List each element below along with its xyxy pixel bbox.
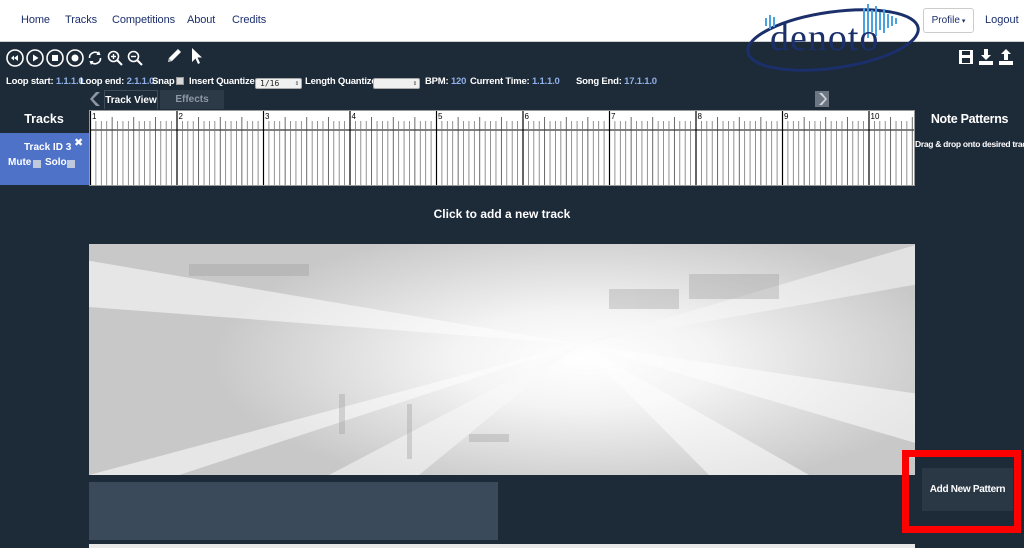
snap-checkbox[interactable]: [176, 77, 185, 85]
navbar: Home Tracks Competitions About Credits d…: [0, 0, 1024, 72]
loop-end-label: Loop end:: [80, 76, 125, 87]
download-icon[interactable]: [978, 48, 994, 66]
rewind-icon[interactable]: [6, 49, 24, 67]
stop-icon[interactable]: [46, 49, 64, 67]
bar-number-label: 9: [784, 112, 789, 121]
add-track-button[interactable]: Click to add a new track: [89, 186, 915, 244]
close-icon[interactable]: ✖: [74, 136, 83, 149]
tab-scroll-right-icon[interactable]: [815, 91, 829, 107]
loop-icon[interactable]: [86, 49, 104, 67]
zoom-in-icon[interactable]: [106, 49, 124, 67]
zoom-out-icon[interactable]: [126, 49, 144, 67]
bar-number-label: 6: [525, 112, 530, 121]
loop-end-readout: Loop end: 2.1.1.0: [80, 76, 154, 87]
solo-checkbox[interactable]: [67, 160, 75, 168]
insert-quantize-select[interactable]: 1/16 ⇕: [255, 78, 302, 89]
song-end-label: Song End:: [576, 76, 622, 87]
add-new-pattern-button[interactable]: Add New Pattern: [922, 468, 1013, 511]
mute-label: Mute: [8, 157, 32, 168]
bpm-readout: BPM: 120: [425, 76, 466, 87]
background-image: [89, 244, 915, 475]
mute-checkbox[interactable]: [33, 160, 41, 168]
current-time-label: Current Time:: [470, 76, 530, 87]
bar-number-label: 7: [611, 112, 616, 121]
upload-icon[interactable]: [998, 48, 1014, 66]
nav-home-link[interactable]: Home: [21, 14, 50, 26]
loop-start-readout: Loop start: 1.1.1.0: [6, 76, 84, 87]
length-quantize-label: Length Quantize:: [305, 76, 380, 87]
divider: [89, 544, 915, 548]
save-icon[interactable]: [958, 48, 974, 66]
bpm-value[interactable]: 120: [451, 76, 466, 87]
select-arrows-icon: ⇕: [294, 79, 299, 87]
timeline-grid[interactable]: 1 2 3 4 5 6 7 8 9 10: [89, 110, 915, 186]
track-name[interactable]: Track ID 3: [24, 142, 71, 153]
nav-about-link[interactable]: About: [187, 14, 215, 26]
bar-number-label: 2: [179, 112, 184, 121]
profile-dropdown-button[interactable]: Profile ▾: [923, 8, 974, 33]
track-item[interactable]: Track ID 3 ✖ Mute Solo: [0, 133, 89, 185]
bar-number-label: 5: [438, 112, 443, 121]
bar-number-label: 1: [92, 112, 97, 121]
bpm-label: BPM:: [425, 76, 449, 87]
loop-start-label: Loop start:: [6, 76, 54, 87]
pattern-editor-panel[interactable]: [89, 482, 498, 540]
note-patterns-hint: Drag & drop onto desired track: [915, 139, 1024, 149]
caret-down-icon: ▾: [959, 18, 966, 25]
bar-number-label: 10: [871, 112, 880, 121]
bar-number-label: 3: [265, 112, 270, 121]
tab-track-view[interactable]: Track View: [104, 90, 158, 109]
bar-number-label: 8: [698, 112, 703, 121]
logo-text: denoto: [770, 17, 880, 59]
song-end-readout: Song End: 17.1.1.0: [576, 76, 657, 87]
snap-control: Snap: [152, 76, 185, 87]
select-arrows-icon: ⇕: [412, 79, 417, 87]
insert-quantize-label: Insert Quantize:: [189, 76, 258, 87]
song-end-value[interactable]: 17.1.1.0: [624, 76, 657, 87]
logout-link[interactable]: Logout: [985, 14, 1019, 26]
profile-label: Profile: [931, 15, 960, 26]
record-icon[interactable]: [66, 49, 84, 67]
pointer-icon[interactable]: [188, 47, 206, 65]
bar-number-label: 4: [352, 112, 357, 121]
tracks-heading: Tracks: [24, 112, 64, 126]
nav-tracks-link[interactable]: Tracks: [65, 14, 97, 26]
play-icon[interactable]: [26, 49, 44, 67]
tab-effects-graph[interactable]: Effects Graph: [160, 90, 224, 124]
tab-scroll-left-icon[interactable]: [90, 91, 102, 107]
note-patterns-heading: Note Patterns: [930, 112, 1009, 126]
length-quantize-select[interactable]: ⇕: [373, 78, 420, 89]
pencil-icon[interactable]: [165, 47, 183, 65]
nav-competitions-link[interactable]: Competitions: [112, 14, 175, 26]
nav-credits-link[interactable]: Credits: [232, 14, 266, 26]
divider: [89, 475, 915, 479]
light-rays-graphic: [89, 245, 915, 475]
current-time-readout: Current Time: 1.1.1.0: [470, 76, 560, 87]
timeline-ruler: 1 2 3 4 5 6 7 8 9 10: [89, 111, 914, 185]
loop-end-value[interactable]: 2.1.1.0: [127, 76, 155, 87]
solo-label: Solo: [45, 157, 67, 168]
snap-label: Snap: [152, 76, 175, 87]
insert-quantize-value: 1/16: [260, 79, 280, 88]
current-time-value: 1.1.1.0: [531, 76, 560, 87]
